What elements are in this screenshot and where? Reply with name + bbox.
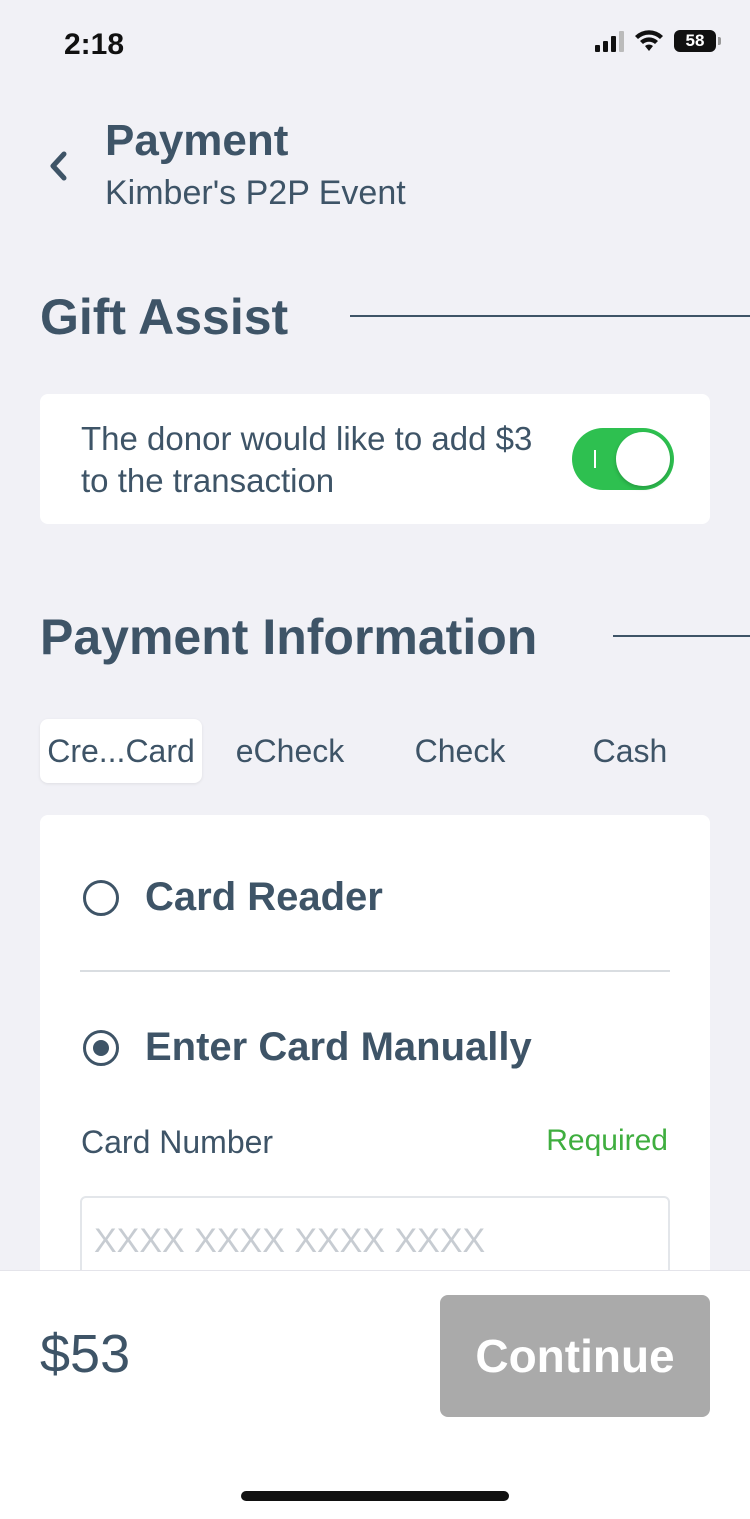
tab-check[interactable]: Check: [380, 719, 540, 783]
page-title: Payment: [105, 116, 289, 165]
checkout-footer: $53 Continue: [0, 1270, 750, 1519]
wifi-icon: [635, 30, 663, 51]
card-reader-option[interactable]: Card Reader: [83, 875, 383, 920]
toggle-knob: [616, 432, 670, 486]
tab-cash[interactable]: Cash: [550, 719, 710, 783]
cellular-signal-icon: [595, 30, 624, 52]
back-chevron-icon[interactable]: [44, 146, 74, 186]
status-bar: 2:18 58: [0, 0, 750, 88]
gift-assist-toggle[interactable]: [572, 428, 674, 490]
required-indicator: Required: [546, 1124, 668, 1157]
enter-manually-radio[interactable]: [83, 1029, 119, 1066]
option-divider: [80, 970, 670, 972]
payment-info-heading: Payment Information: [40, 609, 538, 665]
home-indicator[interactable]: [241, 1491, 509, 1501]
toggle-on-mark: [594, 450, 596, 468]
total-amount: $53: [40, 1324, 131, 1384]
payment-info-divider: [613, 635, 750, 637]
tab-echeck[interactable]: eCheck: [210, 719, 370, 783]
enter-manually-label: Enter Card Manually: [145, 1025, 532, 1069]
battery-icon: 58: [674, 30, 721, 52]
credit-card-panel: Card Reader Enter Card Manually Card Num…: [40, 815, 710, 1286]
status-time: 2:18: [64, 28, 125, 61]
gift-assist-heading: Gift Assist: [40, 289, 289, 345]
gift-assist-divider: [350, 315, 750, 317]
payment-method-tabs: Cre...Card eCheck Check Cash: [40, 719, 710, 783]
gift-assist-text: The donor would like to add $3 to the tr…: [81, 420, 533, 499]
status-icons: 58: [595, 30, 721, 52]
enter-manually-option[interactable]: Enter Card Manually: [83, 1025, 532, 1070]
tab-credit-card[interactable]: Cre...Card: [40, 719, 202, 783]
nav-header: Payment Kimber's P2P Event: [0, 88, 750, 220]
card-number-label: Card Number: [81, 1124, 274, 1160]
page-subtitle: Kimber's P2P Event: [105, 174, 406, 212]
card-reader-radio[interactable]: [83, 879, 119, 916]
gift-assist-card: The donor would like to add $3 to the tr…: [40, 394, 710, 524]
card-reader-label: Card Reader: [145, 875, 383, 919]
continue-button[interactable]: Continue: [440, 1295, 710, 1417]
